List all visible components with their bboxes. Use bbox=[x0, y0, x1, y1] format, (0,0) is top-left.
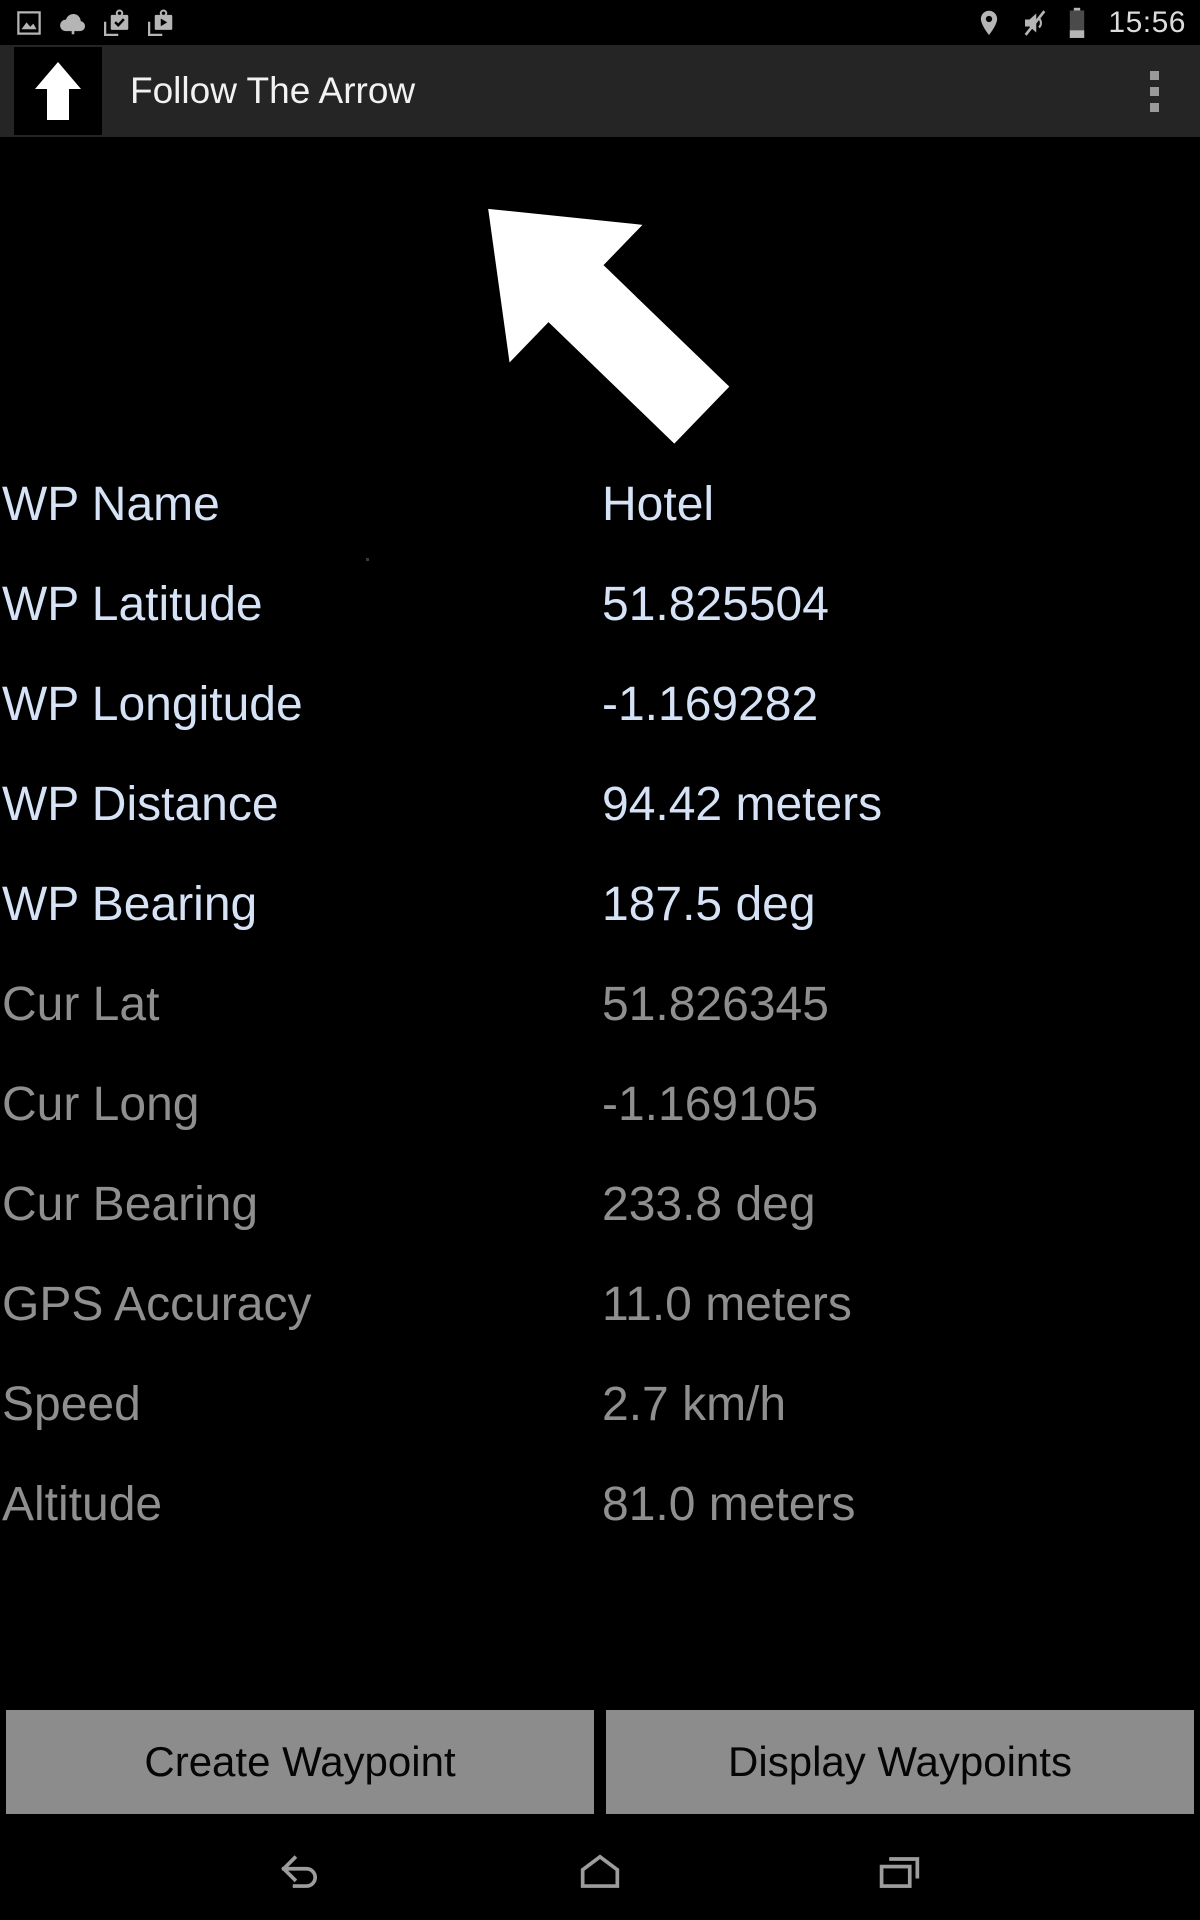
recents-icon[interactable] bbox=[845, 1837, 955, 1907]
navigation-arrow-svg bbox=[488, 208, 730, 444]
row-value: 81.0 meters bbox=[602, 1478, 856, 1531]
table-row: GPS Accuracy 11.0 meters bbox=[0, 1277, 1200, 1377]
row-label: Cur Long bbox=[2, 1078, 200, 1131]
overflow-menu-icon[interactable] bbox=[1126, 56, 1182, 126]
row-value: Hotel bbox=[602, 478, 715, 531]
app-window: 15:56 Follow The Arrow WP Name Hotel WP … bbox=[0, 0, 1200, 1920]
compass-arrow-area bbox=[0, 137, 1200, 561]
table-row: Altitude 81.0 meters bbox=[0, 1477, 1200, 1577]
location-pin-icon bbox=[974, 8, 1004, 38]
display-waypoints-button[interactable]: Display Waypoints bbox=[606, 1710, 1194, 1814]
screen-speck bbox=[366, 558, 369, 561]
row-value: 94.42 meters bbox=[602, 778, 883, 831]
up-arrow-app-icon[interactable] bbox=[14, 47, 102, 135]
navigation-arrow-northwest bbox=[430, 147, 760, 477]
row-label: WP Distance bbox=[2, 778, 279, 831]
row-label: WP Longitude bbox=[2, 678, 303, 731]
table-row: Cur Long -1.169105 bbox=[0, 1077, 1200, 1177]
table-row: Cur Bearing 233.8 deg bbox=[0, 1177, 1200, 1277]
row-label: Cur Lat bbox=[2, 978, 160, 1031]
create-waypoint-button[interactable]: Create Waypoint bbox=[6, 1710, 594, 1814]
home-icon[interactable] bbox=[545, 1837, 655, 1907]
row-value: -1.169105 bbox=[602, 1078, 819, 1131]
page-title: Follow The Arrow bbox=[130, 70, 416, 111]
row-label: WP Latitude bbox=[2, 578, 263, 631]
status-bar-system: 15:56 bbox=[974, 6, 1186, 40]
row-label: Cur Bearing bbox=[2, 1178, 259, 1231]
waypoint-readout-list: WP Name Hotel WP Latitude 51.825504 WP L… bbox=[0, 477, 1200, 1710]
table-row: WP Longitude -1.169282 bbox=[0, 677, 1200, 777]
screenshot-check-icon bbox=[102, 8, 132, 38]
volume-muted-icon bbox=[1020, 8, 1050, 38]
status-bar-notifications bbox=[14, 8, 176, 38]
table-row: Cur Lat 51.826345 bbox=[0, 977, 1200, 1077]
row-value: 2.7 km/h bbox=[602, 1378, 787, 1431]
back-icon[interactable] bbox=[245, 1837, 355, 1907]
row-value: 187.5 deg bbox=[602, 878, 816, 931]
row-value: 11.0 meters bbox=[602, 1278, 852, 1331]
table-row: Speed 2.7 km/h bbox=[0, 1377, 1200, 1477]
row-label: Speed bbox=[2, 1378, 141, 1431]
row-label: WP Name bbox=[2, 478, 220, 531]
table-row: WP Name Hotel bbox=[0, 477, 1200, 577]
row-value: 233.8 deg bbox=[602, 1178, 816, 1231]
status-bar-clock: 15:56 bbox=[1108, 5, 1186, 39]
row-value: 51.825504 bbox=[602, 578, 829, 631]
android-navigation-bar bbox=[0, 1824, 1200, 1920]
row-value: 51.826345 bbox=[602, 978, 829, 1031]
table-row: WP Bearing 187.5 deg bbox=[0, 877, 1200, 977]
table-row: WP Distance 94.42 meters bbox=[0, 777, 1200, 877]
row-label: Altitude bbox=[2, 1478, 163, 1531]
row-value: -1.169282 bbox=[602, 678, 819, 731]
app-bar: Follow The Arrow bbox=[0, 45, 1200, 137]
row-label: GPS Accuracy bbox=[2, 1278, 312, 1331]
screen-record-icon bbox=[146, 8, 176, 38]
action-button-bar: Create Waypoint Display Waypoints bbox=[0, 1710, 1200, 1814]
row-label: WP Bearing bbox=[2, 878, 258, 931]
cloud-upload-icon bbox=[58, 8, 88, 38]
table-row: WP Latitude 51.825504 bbox=[0, 577, 1200, 677]
battery-icon bbox=[1066, 7, 1088, 39]
image-icon bbox=[14, 8, 44, 38]
status-bar: 15:56 bbox=[0, 0, 1200, 45]
